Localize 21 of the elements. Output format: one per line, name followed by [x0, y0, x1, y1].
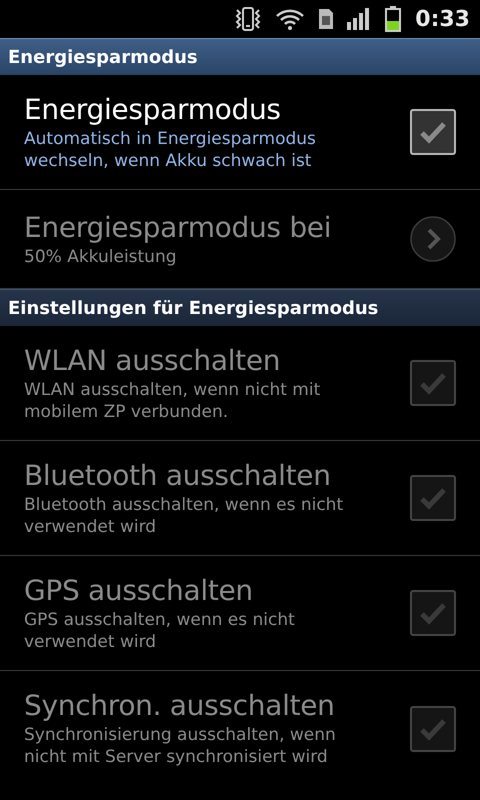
battery-icon: [385, 6, 402, 32]
check-icon: [419, 601, 447, 625]
setting-title[interactable]: Energiesparmodus: [24, 92, 410, 126]
check-icon: [419, 716, 447, 740]
wifi-icon: [275, 8, 306, 30]
vibrate-icon: [235, 7, 262, 31]
setting-summary: 50% Akkuleistung: [24, 246, 178, 268]
signal-icon: [347, 8, 372, 30]
setting-summary: Automatisch in Energiesparmodus wechseln, wenn Akku schwach ist: [24, 128, 317, 172]
checkbox[interactable]: [410, 109, 456, 155]
setting-summary: GPS ausschalten, wenn es nicht verwendet wird: [24, 608, 296, 652]
status-time: 0:33: [415, 6, 470, 32]
setting-summary: Bluetooth ausschalten, wenn es nicht verwendet wird: [24, 494, 344, 538]
check-icon: [419, 486, 447, 510]
section-title: Einstellungen für Energiesparmodus: [8, 298, 378, 318]
section-title: Energiesparmodus: [8, 46, 198, 68]
setting-summary: Synchronisierung ausschalten, wenn nicht mit Server synchronisiert wird: [24, 724, 337, 768]
check-icon: [419, 371, 447, 395]
sim-card-icon: [319, 9, 334, 29]
setting-summary: WLAN ausschalten, wenn nicht mit mobilem ZP verbunden.: [24, 378, 322, 422]
check-icon: [419, 120, 447, 144]
